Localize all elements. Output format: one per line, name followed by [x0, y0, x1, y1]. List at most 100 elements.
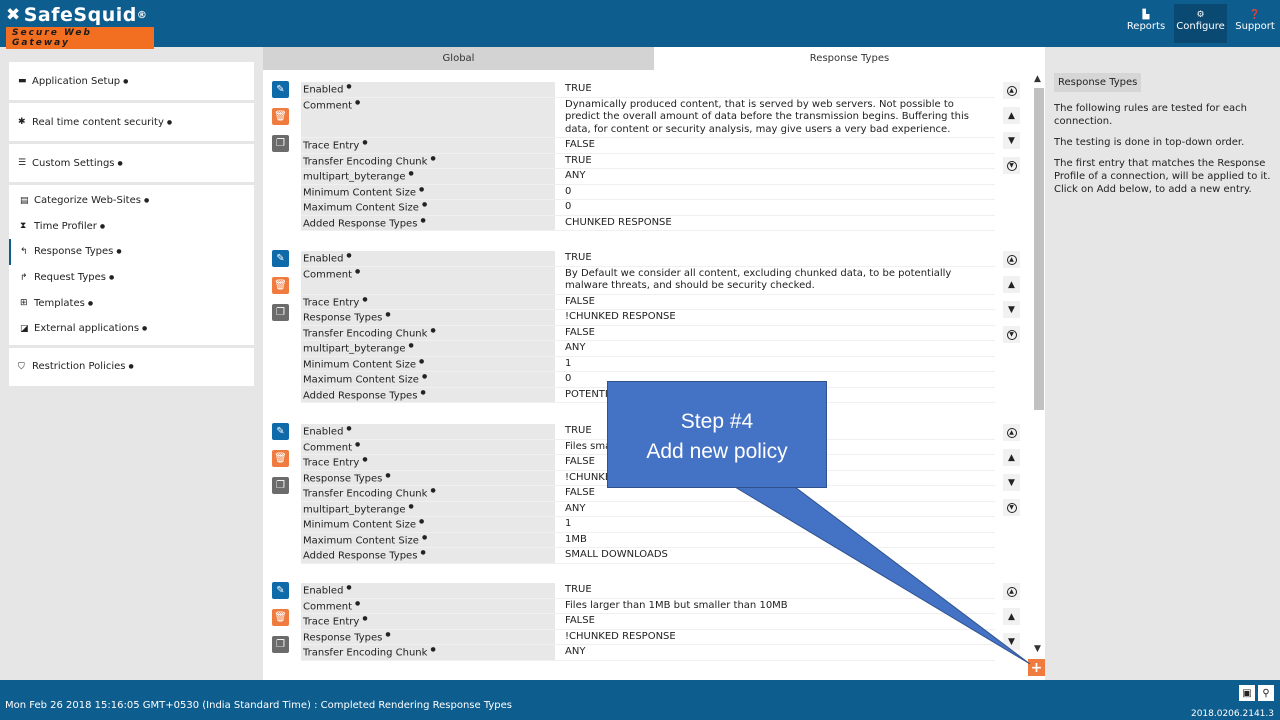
policy-row: Enabled ● TRUE [301, 82, 995, 98]
copy-icon[interactable]: ❐ [272, 477, 289, 494]
sidebar-item-categorize-web-sites[interactable]: ▤ Categorize Web-Sites ● [9, 188, 254, 214]
move-top-icon[interactable]: ▲ [1003, 251, 1020, 268]
info-icon[interactable]: ● [116, 248, 121, 255]
field-label: Added Response Types ● [301, 548, 555, 563]
info-icon[interactable]: ● [419, 358, 424, 365]
nav-reports-label: Reports [1126, 21, 1166, 32]
sidebar-item-custom-settings[interactable]: ☰ Custom Settings ● [9, 144, 254, 182]
info-icon[interactable]: ● [346, 252, 351, 259]
sitemap-icon: ⊞ [20, 298, 28, 309]
info-icon[interactable]: ● [123, 78, 128, 85]
delete-icon[interactable]: 🗑 [272, 277, 289, 294]
move-down-icon[interactable]: ▼ [1003, 633, 1020, 650]
sidebar-item-templates[interactable]: ⊞ Templates ● [9, 290, 254, 316]
field-label: Maximum Content Size ● [301, 372, 555, 387]
safesquid-logo[interactable]: ✖ SafeSquid ® Secure Web Gateway [6, 4, 154, 49]
scroll-up-arrow-icon[interactable]: ▲ [1034, 74, 1041, 84]
nav-support[interactable]: ❓ Support [1230, 4, 1280, 43]
tab-response-types[interactable]: Response Types [654, 47, 1045, 70]
info-icon[interactable]: ● [419, 518, 424, 525]
move-up-icon[interactable]: ▲ [1003, 276, 1020, 293]
info-icon[interactable]: ● [355, 99, 360, 106]
sidebar-item-restriction-policies[interactable]: ⛉ Restriction Policies ● [9, 348, 254, 386]
info-icon[interactable]: ● [420, 389, 425, 396]
edit-icon[interactable]: ✎ [272, 423, 289, 440]
nav-configure[interactable]: ⚙ Configure [1174, 4, 1227, 43]
move-bottom-icon[interactable]: ▼ [1003, 499, 1020, 516]
edit-icon[interactable]: ✎ [272, 250, 289, 267]
sidebar-item-external-applications[interactable]: ◪ External applications ● [9, 316, 254, 342]
copy-icon[interactable]: ❐ [272, 135, 289, 152]
sidebar-item-real-time-content-security[interactable]: ✱ Real time content security ● [9, 103, 254, 141]
info-icon[interactable]: ● [100, 223, 105, 230]
field-label: Trace Entry ● [301, 614, 555, 629]
info-icon[interactable]: ● [142, 325, 147, 332]
info-icon[interactable]: ● [430, 487, 435, 494]
field-label: Response Types ● [301, 629, 555, 644]
nav-reports[interactable]: ▙ Reports [1121, 4, 1171, 43]
info-icon[interactable]: ● [408, 342, 413, 349]
info-icon[interactable]: ● [420, 217, 425, 224]
info-icon[interactable]: ● [385, 631, 390, 638]
search-icon[interactable]: ⚲ [1258, 685, 1274, 701]
move-bottom-icon[interactable]: ▼ [1003, 326, 1020, 343]
field-value: !CHUNKED RESPONSE [565, 311, 676, 322]
info-icon[interactable]: ● [430, 327, 435, 334]
edit-icon[interactable]: ✎ [272, 81, 289, 98]
copy-icon[interactable]: ❐ [272, 304, 289, 321]
info-icon[interactable]: ● [362, 456, 367, 463]
info-icon[interactable]: ● [430, 646, 435, 653]
tab-global[interactable]: Global [263, 47, 654, 70]
field-label: Trace Entry ● [301, 294, 555, 309]
info-icon[interactable]: ● [355, 600, 360, 607]
scrollbar[interactable]: ▲ ▼ [1032, 70, 1045, 658]
info-icon[interactable]: ● [419, 186, 424, 193]
move-down-icon[interactable]: ▼ [1003, 474, 1020, 491]
edit-icon[interactable]: ✎ [272, 582, 289, 599]
move-up-icon[interactable]: ▲ [1003, 449, 1020, 466]
info-icon[interactable]: ● [408, 170, 413, 177]
move-top-icon[interactable]: ▲ [1003, 583, 1020, 600]
info-icon[interactable]: ● [385, 311, 390, 318]
info-icon[interactable]: ● [355, 441, 360, 448]
sidebar-item-request-types[interactable]: ↱ Request Types ● [9, 265, 254, 291]
move-up-icon[interactable]: ▲ [1003, 107, 1020, 124]
info-icon[interactable]: ● [362, 615, 367, 622]
info-icon[interactable]: ● [118, 160, 123, 167]
info-icon[interactable]: ● [346, 584, 351, 591]
move-top-icon[interactable]: ▲ [1003, 424, 1020, 441]
info-icon[interactable]: ● [430, 155, 435, 162]
info-icon[interactable]: ● [346, 83, 351, 90]
delete-icon[interactable]: 🗑 [272, 450, 289, 467]
scroll-down-arrow-icon[interactable]: ▼ [1034, 644, 1041, 654]
delete-icon[interactable]: 🗑 [272, 609, 289, 626]
info-icon[interactable]: ● [167, 119, 172, 126]
save-icon[interactable]: ▣ [1239, 685, 1255, 701]
move-down-icon[interactable]: ▼ [1003, 132, 1020, 149]
copy-icon[interactable]: ❐ [272, 636, 289, 653]
info-icon[interactable]: ● [408, 503, 413, 510]
info-icon[interactable]: ● [422, 201, 427, 208]
info-icon[interactable]: ● [109, 274, 114, 281]
info-icon[interactable]: ● [422, 373, 427, 380]
move-down-icon[interactable]: ▼ [1003, 301, 1020, 318]
move-up-icon[interactable]: ▲ [1003, 608, 1020, 625]
move-top-icon[interactable]: ▲ [1003, 82, 1020, 99]
sidebar-item-time-profiler[interactable]: ⧗ Time Profiler ● [9, 214, 254, 240]
sidebar-item-response-types[interactable]: ↰ Response Types ● [9, 239, 254, 265]
info-icon[interactable]: ● [129, 363, 134, 370]
scroll-thumb[interactable] [1034, 88, 1044, 410]
info-icon[interactable]: ● [362, 139, 367, 146]
info-icon[interactable]: ● [385, 472, 390, 479]
sidebar-item-application-setup[interactable]: ▬ Application Setup ● [9, 62, 254, 100]
info-icon[interactable]: ● [420, 549, 425, 556]
info-icon[interactable]: ● [144, 197, 149, 204]
info-icon[interactable]: ● [88, 300, 93, 307]
delete-icon[interactable]: 🗑 [272, 108, 289, 125]
move-bottom-icon[interactable]: ▼ [1003, 157, 1020, 174]
info-icon[interactable]: ● [355, 268, 360, 275]
info-icon[interactable]: ● [422, 534, 427, 541]
info-icon[interactable]: ● [346, 425, 351, 432]
info-icon[interactable]: ● [362, 296, 367, 303]
add-new-entry-button[interactable]: + [1028, 659, 1045, 676]
